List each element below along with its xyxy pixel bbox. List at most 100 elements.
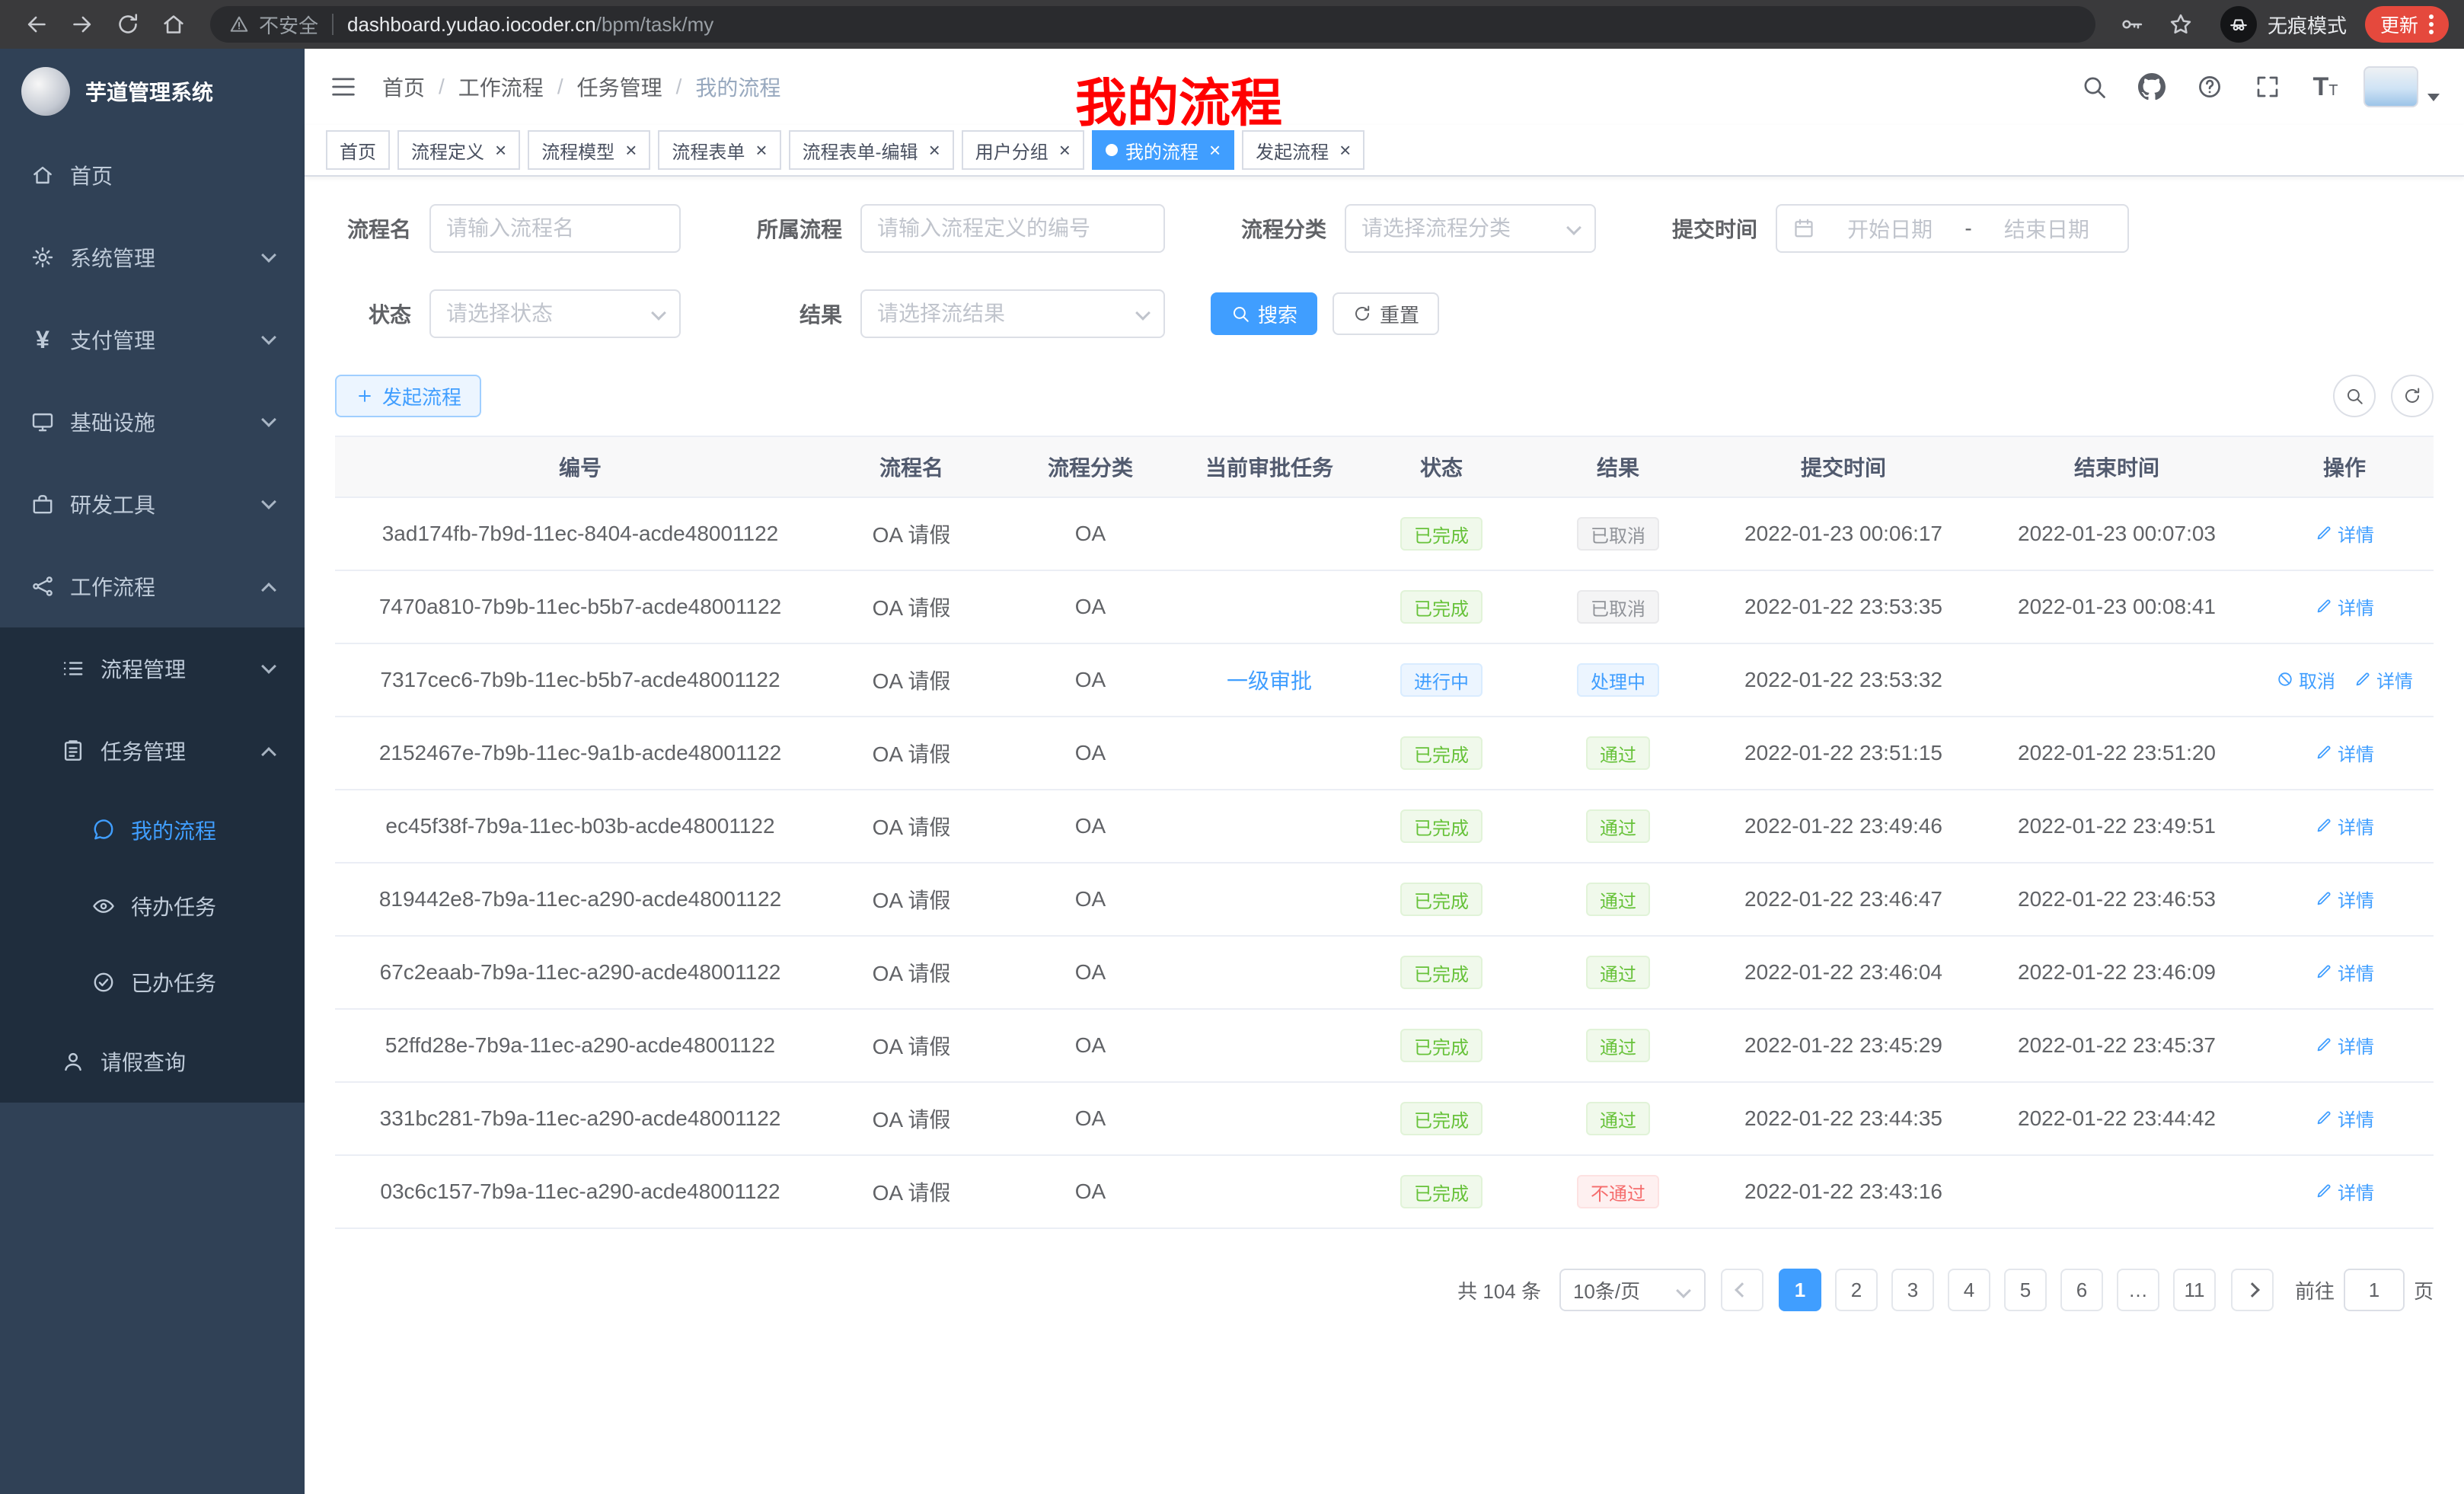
detail-link[interactable]: 详情 (2315, 520, 2374, 547)
breadcrumb-item[interactable]: 首页 (382, 72, 425, 102)
kebab-menu-icon[interactable] (2429, 14, 2434, 34)
table-row: ec45f38f-7b9a-11ec-b03b-acde48001122OA 请… (335, 790, 2434, 863)
page-button-11[interactable]: 11 (2173, 1269, 2216, 1311)
tab-process-form-edit[interactable]: 流程表单-编辑× (789, 130, 954, 170)
toggle-search-button[interactable] (2333, 375, 2376, 417)
end-date-placeholder[interactable]: 结束日期 (1981, 213, 2112, 244)
cell-category: OA (997, 643, 1183, 717)
home-button[interactable] (152, 3, 195, 46)
sidebar-item-process-manage[interactable]: 流程管理 (0, 627, 305, 710)
more-pages-button[interactable]: … (2117, 1269, 2159, 1311)
close-icon[interactable]: × (495, 140, 506, 160)
submit-time-range-picker[interactable]: 开始日期 - 结束日期 (1776, 204, 2129, 253)
tab-start-process[interactable]: 发起流程× (1242, 130, 1364, 170)
sidebar-toggle-button[interactable] (329, 72, 358, 101)
sidebar-item-payment[interactable]: ¥支付管理 (0, 298, 305, 381)
current-task-link[interactable]: 一级审批 (1227, 669, 1312, 693)
page-button-6[interactable]: 6 (2060, 1269, 2103, 1311)
font-size-button[interactable]: TT (2300, 61, 2351, 113)
start-date-placeholder[interactable]: 开始日期 (1824, 213, 1955, 244)
page-size-select[interactable] (1559, 1269, 1706, 1311)
result-select[interactable] (860, 289, 1165, 338)
page-button-2[interactable]: 2 (1835, 1269, 1878, 1311)
cell-end-time (1978, 643, 2255, 717)
detail-link[interactable]: 详情 (2315, 739, 2374, 766)
page-button-3[interactable]: 3 (1891, 1269, 1934, 1311)
page-button-4[interactable]: 4 (1948, 1269, 1990, 1311)
key-button[interactable] (2111, 3, 2153, 46)
logo-bar[interactable]: 芋道管理系统 (0, 49, 305, 134)
result-select-input[interactable] (860, 289, 1165, 338)
category-select[interactable] (1345, 204, 1596, 253)
detail-link[interactable]: 详情 (2315, 959, 2374, 985)
close-icon[interactable]: × (1209, 140, 1221, 160)
goto-page-input[interactable] (2344, 1269, 2405, 1311)
sidebar-item-leave-query[interactable]: 请假查询 (0, 1020, 305, 1103)
parent-process-input[interactable] (860, 204, 1165, 253)
detail-link[interactable]: 详情 (2315, 1032, 2374, 1058)
sidebar-item-workflow[interactable]: 工作流程 (0, 545, 305, 627)
cell-submit-time: 2022-01-22 23:51:15 (1709, 717, 1978, 790)
prev-page-button[interactable] (1721, 1269, 1763, 1311)
category-select-input[interactable] (1345, 204, 1596, 253)
status-tag: 已完成 (1400, 883, 1483, 916)
user-menu[interactable] (2363, 66, 2440, 107)
search-button[interactable]: 搜索 (1211, 292, 1317, 335)
page-button-5[interactable]: 5 (2004, 1269, 2047, 1311)
close-icon[interactable]: × (1339, 140, 1351, 160)
close-icon[interactable]: × (625, 140, 637, 160)
forward-button[interactable] (61, 3, 104, 46)
tab-user-group[interactable]: 用户分组× (962, 130, 1084, 170)
detail-link[interactable]: 详情 (2315, 886, 2374, 912)
tab-my-process[interactable]: 我的流程× (1092, 130, 1234, 170)
sidebar-item-system[interactable]: 系统管理 (0, 216, 305, 298)
page-button-1[interactable]: 1 (1779, 1269, 1821, 1311)
sidebar-item-my-process[interactable]: 我的流程 (0, 792, 305, 868)
search-button[interactable] (2068, 61, 2120, 113)
update-button[interactable]: 更新 (2365, 6, 2449, 43)
reload-button[interactable] (107, 3, 149, 46)
reset-button[interactable]: 重置 (1333, 292, 1439, 335)
incognito-avatar (2220, 6, 2257, 43)
tab-process-model[interactable]: 流程模型× (528, 130, 650, 170)
detail-link[interactable]: 详情 (2354, 666, 2413, 693)
close-icon[interactable]: × (1059, 140, 1071, 160)
sidebar-item-task-manage[interactable]: 任务管理 (0, 710, 305, 792)
detail-link[interactable]: 详情 (2315, 593, 2374, 620)
status-select-input[interactable] (429, 289, 681, 338)
cancel-link[interactable]: 取消 (2276, 666, 2335, 693)
star-button[interactable] (2159, 3, 2202, 46)
question-button[interactable] (2184, 61, 2236, 113)
tab-process-definition[interactable]: 流程定义× (397, 130, 520, 170)
tab-label: 首页 (340, 137, 376, 164)
breadcrumb-item[interactable]: 任务管理 (577, 72, 662, 102)
cell-current-task (1183, 936, 1355, 1009)
incognito-badge[interactable]: 无痕模式 (2220, 6, 2347, 43)
breadcrumb-item[interactable]: 工作流程 (458, 72, 544, 102)
detail-link[interactable]: 详情 (2315, 812, 2374, 839)
sidebar-item-done-tasks[interactable]: 已办任务 (0, 944, 305, 1020)
user-avatar[interactable] (2363, 66, 2418, 107)
refresh-table-button[interactable] (2391, 375, 2434, 417)
tab-process-form[interactable]: 流程表单× (658, 130, 780, 170)
table-toolbar: 发起流程 (335, 375, 2434, 417)
next-page-button[interactable] (2231, 1269, 2274, 1311)
create-process-button[interactable]: 发起流程 (335, 375, 481, 417)
back-button[interactable] (15, 3, 58, 46)
detail-link[interactable]: 详情 (2315, 1178, 2374, 1205)
address-bar[interactable]: 不安全 dashboard.yudao.iocoder.cn /bpm/task… (210, 6, 2095, 43)
tab-home[interactable]: 首页 (326, 130, 390, 170)
cell-submit-time: 2022-01-22 23:53:32 (1709, 643, 1978, 717)
status-tag: 已完成 (1400, 517, 1483, 551)
sidebar-item-home[interactable]: 首页 (0, 134, 305, 216)
close-icon[interactable]: × (755, 140, 767, 160)
status-select[interactable] (429, 289, 681, 338)
fullscreen-button[interactable] (2242, 61, 2293, 113)
sidebar-item-infra[interactable]: 基础设施 (0, 381, 305, 463)
github-button[interactable] (2126, 61, 2178, 113)
sidebar-item-devtools[interactable]: 研发工具 (0, 463, 305, 545)
detail-link[interactable]: 详情 (2315, 1105, 2374, 1132)
close-icon[interactable]: × (929, 140, 940, 160)
sidebar-item-todo-tasks[interactable]: 待办任务 (0, 868, 305, 944)
process-name-input[interactable] (429, 204, 681, 253)
